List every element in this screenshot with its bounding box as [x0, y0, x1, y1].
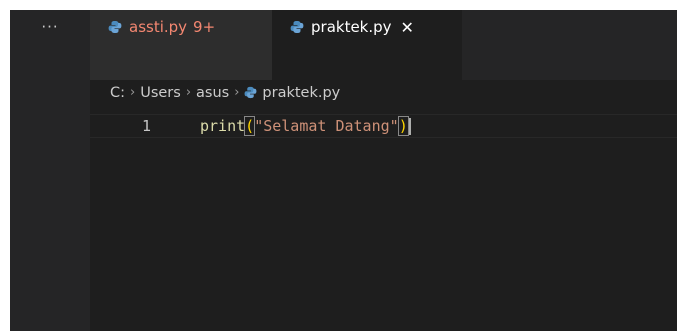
- code-bracket-close: ): [397, 116, 409, 136]
- chevron-right-icon: ›: [185, 85, 192, 100]
- code-text[interactable]: print("Selamat Datang"): [200, 116, 411, 136]
- code-bracket-open: (: [244, 116, 256, 136]
- close-icon[interactable]: ✕: [401, 18, 414, 37]
- python-icon: [290, 20, 304, 34]
- more-actions-button[interactable]: ···: [10, 10, 90, 44]
- tab-label: praktek.py: [311, 18, 392, 36]
- breadcrumb-bar: C: › Users › asus › praktek.py: [90, 80, 677, 105]
- breadcrumb-file[interactable]: praktek.py: [262, 85, 340, 101]
- code-function: print: [200, 117, 246, 135]
- tab-assti[interactable]: assti.py 9+: [90, 10, 272, 80]
- tab-praktek[interactable]: praktek.py ✕: [272, 10, 462, 80]
- editor-window: ··· assti.py 9+ praktek.py ✕ C: › Users …: [10, 10, 677, 331]
- code-string: "Selamat Datang": [254, 117, 399, 135]
- ellipsis-icon: ···: [41, 18, 59, 36]
- sidebar: ···: [10, 10, 90, 331]
- code-line[interactable]: 1 print("Selamat Datang"): [90, 114, 677, 138]
- chevron-right-icon: ›: [234, 85, 240, 100]
- breadcrumb: C: › Users › asus › praktek.py: [110, 80, 340, 105]
- chevron-right-icon: ›: [130, 85, 136, 100]
- breadcrumb-users[interactable]: Users: [140, 85, 181, 101]
- problems-badge: 9+: [193, 18, 216, 36]
- tab-bar: assti.py 9+ praktek.py ✕: [90, 10, 677, 80]
- breadcrumb-drive[interactable]: C:: [110, 85, 125, 101]
- python-icon: [244, 86, 257, 99]
- text-cursor: [408, 118, 411, 135]
- tab-label: assti.py: [129, 18, 188, 36]
- python-icon: [108, 20, 122, 34]
- line-number: 1: [142, 117, 152, 135]
- breadcrumb-asus[interactable]: asus: [196, 85, 229, 101]
